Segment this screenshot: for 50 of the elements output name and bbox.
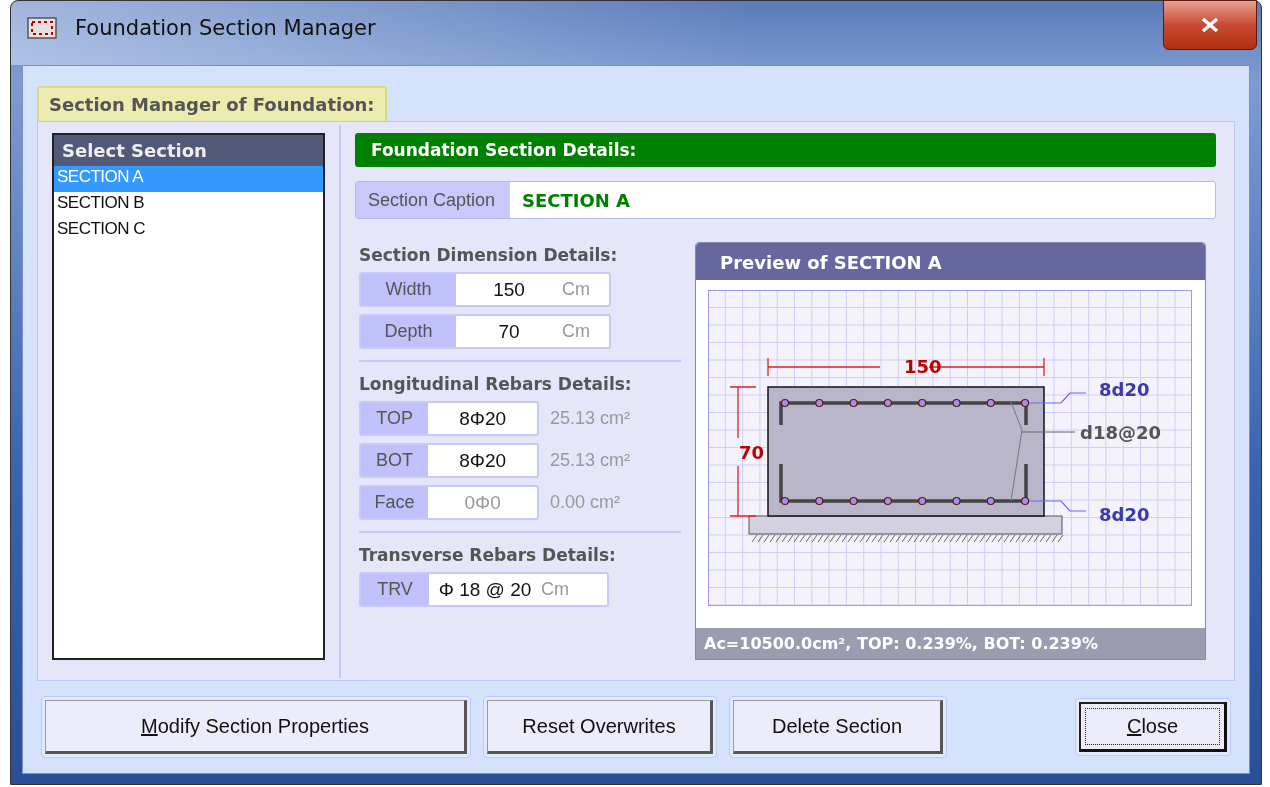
preview-header: Preview of SECTION A — [696, 243, 1205, 280]
section-heading: Longitudinal Rebars Details: — [359, 374, 633, 394]
leader-line — [1028, 500, 1087, 512]
input-field[interactable]: TOP 8Φ20 — [359, 401, 539, 436]
section-list[interactable]: Select Section SECTION A SECTION B SECTION C — [52, 133, 325, 660]
field-value: 150 — [492, 277, 526, 302]
summary-bar: Ac=10500.0cm², TOP: 0.239%, BOT: 0.239% — [696, 628, 1205, 659]
rebar-label: 8d20 — [1099, 379, 1150, 400]
window-close-button[interactable] — [1163, 0, 1257, 50]
section-manager-tab[interactable]: Section Manager of Foundation: — [37, 86, 387, 121]
field-value: Φ 18 @ 20 — [437, 577, 533, 602]
close-icon — [1200, 17, 1220, 33]
close-button[interactable]: Close — [1079, 702, 1227, 752]
input-field[interactable]: Width 150 Cm — [359, 272, 611, 307]
list-item[interactable]: SECTION B — [54, 192, 323, 218]
input-field[interactable]: Depth 70 Cm — [359, 314, 611, 349]
field-label: Width — [361, 274, 456, 305]
list-item[interactable]: SECTION C — [54, 218, 323, 244]
stirrup-label: d18@20 — [1080, 422, 1161, 443]
dimension-label: 70 — [739, 442, 765, 463]
action-button[interactable]: Modify Section Properties — [45, 700, 467, 754]
details-header: Foundation Section Details: — [355, 133, 1216, 167]
rebar-label: 8d20 — [1099, 504, 1150, 525]
action-button[interactable]: Reset Overwrites — [487, 700, 713, 754]
field-label: TRV — [361, 574, 429, 605]
section-heading: Transverse Rebars Details: — [359, 545, 617, 565]
unit-label: Cm — [562, 320, 590, 343]
area-value: 25.13 cm² — [550, 450, 631, 471]
app-icon — [27, 17, 57, 39]
field-value: 0Φ0 — [463, 490, 502, 515]
field-label: Depth — [361, 316, 456, 347]
leader-line — [1021, 431, 1076, 433]
section-heading: Section Dimension Details: — [359, 245, 619, 265]
leader-line — [1028, 392, 1087, 404]
area-value: 0.00 cm² — [550, 492, 621, 513]
field-value: 8Φ20 — [458, 448, 508, 473]
area-value: 25.13 cm² — [550, 408, 631, 429]
unit-label: Cm — [562, 278, 590, 301]
field-value: 8Φ20 — [458, 406, 508, 431]
list-header: Select Section — [54, 135, 323, 166]
window-title: Foundation Section Manager — [75, 16, 376, 40]
field-value: 70 — [497, 319, 521, 344]
field-label: Face — [361, 487, 429, 518]
input-field[interactable]: BOT 8Φ20 — [359, 443, 539, 478]
field-label: BOT — [361, 445, 429, 476]
dimension-label: 150 — [904, 356, 942, 377]
input-field[interactable]: TRV Φ 18 @ 20 Cm — [359, 572, 609, 607]
unit-label: Cm — [541, 578, 569, 601]
field-label: TOP — [361, 403, 429, 434]
action-button[interactable]: Delete Section — [733, 700, 943, 754]
